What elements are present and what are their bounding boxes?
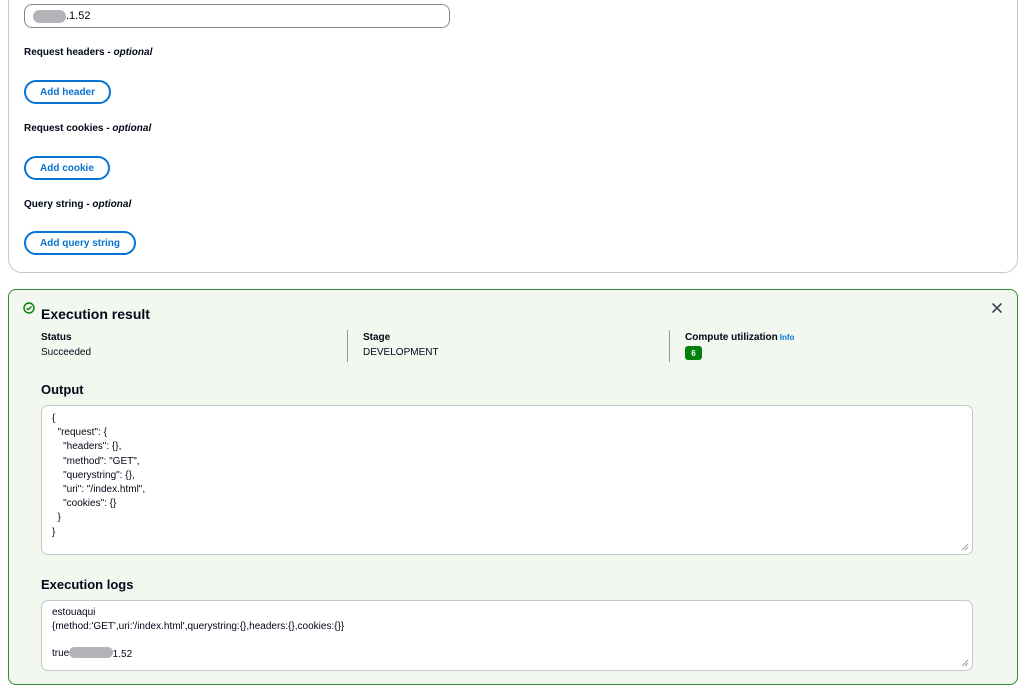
request-headers-label: Request headers - optional <box>24 47 153 58</box>
add-query-string-button[interactable]: Add query string <box>24 231 137 255</box>
add-cookie-button[interactable]: Add cookie <box>24 156 110 180</box>
status-label: Status <box>41 332 72 343</box>
log-line: 1.52 <box>52 633 962 660</box>
output-line: } <box>52 526 56 538</box>
success-check-icon <box>23 302 35 314</box>
execution-logs-heading: Execution logs <box>41 577 134 592</box>
log-line: true <box>52 647 70 659</box>
request-cookies-label: Request cookies - optional <box>24 123 152 134</box>
stage-label: Stage <box>363 332 391 343</box>
query-string-label: Query string - optional <box>24 199 132 210</box>
output-line: "uri": "/index.html", <box>52 483 146 495</box>
resize-handle-icon[interactable] <box>960 658 969 667</box>
log-line: {method:'GET',uri:'/index.html',querystr… <box>52 620 345 632</box>
execution-result-panel: Execution result Status Succeeded Stage … <box>8 289 1018 685</box>
output-line: "headers": {}, <box>52 441 122 453</box>
log-line: estouaqui <box>52 607 96 618</box>
output-textarea[interactable]: { "request": { "headers": {}, "method": … <box>41 405 973 555</box>
close-icon[interactable] <box>989 300 1005 316</box>
column-divider <box>347 330 348 362</box>
request-form-card <box>8 0 1018 273</box>
output-line: "request": { <box>52 427 107 439</box>
execution-logs-textarea[interactable]: estouaqui {method:'GET',uri:'/index.html… <box>41 600 973 671</box>
client-ip-value: .1.52 <box>66 10 91 22</box>
output-heading: Output <box>41 382 84 397</box>
compute-utilization-badge: 6 <box>685 346 702 360</box>
output-line: "cookies": {} <box>52 498 117 510</box>
info-link[interactable]: Info <box>780 333 795 342</box>
client-ip-input[interactable]: .1.52 <box>24 4 450 28</box>
execution-result-title: Execution result <box>41 306 150 322</box>
status-value: Succeeded <box>41 347 92 358</box>
redacted-ip-prefix <box>33 9 66 23</box>
resize-handle-icon[interactable] <box>960 542 969 551</box>
add-header-button[interactable]: Add header <box>24 80 112 104</box>
output-line: } <box>52 512 61 524</box>
stage-value: DEVELOPMENT <box>363 347 439 358</box>
output-line: { <box>52 413 56 424</box>
redacted-ip-prefix <box>68 646 113 658</box>
output-line: "querystring": {}, <box>52 469 135 481</box>
output-line: "method": "GET", <box>52 455 140 467</box>
compute-utilization-label: Compute utilization Info <box>685 332 795 343</box>
column-divider <box>669 330 670 362</box>
